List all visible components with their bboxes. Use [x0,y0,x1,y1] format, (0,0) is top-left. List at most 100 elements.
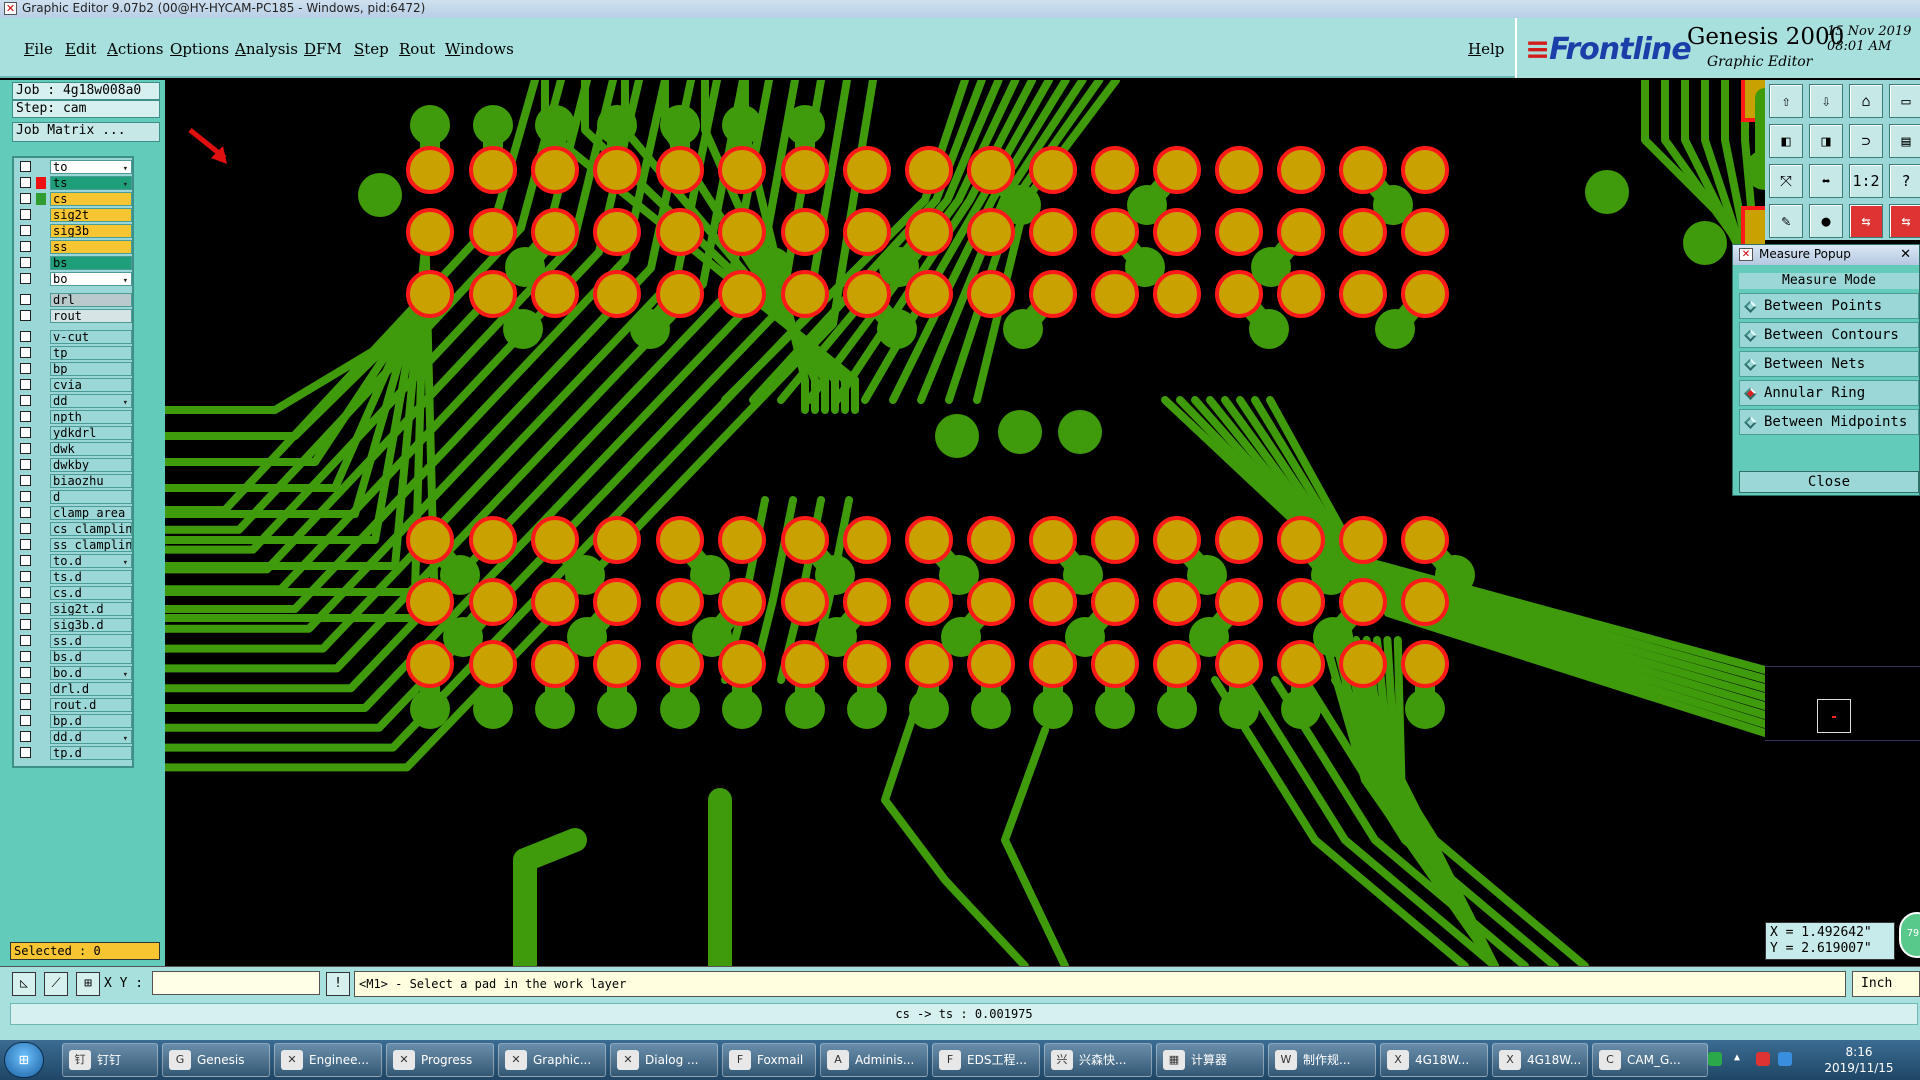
taskbar-item[interactable]: 兴兴森快... [1044,1043,1152,1077]
export-icon[interactable]: ⇧ [1769,84,1803,118]
layer-row-bs[interactable]: bs [16,256,134,270]
layers-icon[interactable]: ▤ [1889,124,1920,158]
layer-name[interactable]: tp [50,346,132,360]
layer-name[interactable]: ydkdrl [50,426,132,440]
layer-row-ss_clampline[interactable]: ss_clampline [16,538,134,552]
measure-option-between-nets[interactable]: Between Nets [1739,351,1919,377]
zoom-right-icon[interactable]: ◨ [1809,124,1843,158]
layer-name[interactable]: ts ▾ [50,176,132,190]
floating-badge[interactable]: 79 [1899,912,1920,958]
taskbar-item[interactable]: X 4G18W... [1492,1043,1588,1077]
layer-row-dwkby[interactable]: dwkby [16,458,134,472]
layer-name[interactable]: sig3b [50,224,132,238]
help-icon[interactable]: ? [1889,164,1920,198]
layer-checkbox[interactable] [20,747,31,758]
taskbar-item[interactable]: C CAM_G... [1592,1043,1708,1077]
draw-icon[interactable]: ✎ [1769,204,1803,238]
taskbar-item[interactable]: F EDS工程... [932,1043,1040,1077]
layer-menu-icon[interactable]: ▾ [123,179,128,189]
measure-option-annular-ring[interactable]: Annular Ring [1739,380,1919,406]
layer-checkbox[interactable] [20,507,31,518]
layer-checkbox[interactable] [20,651,31,662]
layer-name[interactable]: bo ▾ [50,272,132,286]
tray-expand-icon[interactable]: ▲ [1734,1052,1748,1066]
layer-name[interactable]: sig3b.d [50,618,132,632]
layer-checkbox[interactable] [20,273,31,284]
layer-row-ydkdrl[interactable]: ydkdrl [16,426,134,440]
layer-name[interactable]: npth [50,410,132,424]
tray-app-icon[interactable] [1708,1052,1722,1066]
layer-row-bs.d[interactable]: bs.d [16,650,134,664]
menu-file[interactable]: File [24,40,53,58]
layer-checkbox[interactable] [20,539,31,550]
import-icon[interactable]: ⇩ [1809,84,1843,118]
menu-analysis[interactable]: Analysis [235,40,298,58]
layer-name[interactable]: clamp_area [50,506,132,520]
layer-checkbox[interactable] [20,491,31,502]
layer-row-tp[interactable]: tp [16,346,134,360]
layer-row-to[interactable]: to ▾ [16,160,134,174]
layer-name[interactable]: to ▾ [50,160,132,174]
layer-checkbox[interactable] [20,603,31,614]
layer-checkbox[interactable] [20,225,31,236]
menu-edit[interactable]: Edit [65,40,96,58]
pad-icon[interactable]: ● [1809,204,1843,238]
layer-checkbox[interactable] [20,241,31,252]
fit-icon[interactable]: ⤧ [1769,164,1803,198]
layer-checkbox[interactable] [20,571,31,582]
layer-checkbox[interactable] [20,193,31,204]
taskbar-item[interactable]: ✕ Enginee... [274,1043,382,1077]
layer-checkbox[interactable] [20,310,31,321]
layer-checkbox[interactable] [20,587,31,598]
layer-row-biaozhu[interactable]: biaozhu [16,474,134,488]
taskbar-item[interactable]: ✕ Graphic... [498,1043,606,1077]
taskbar-item[interactable]: X 4G18W... [1380,1043,1488,1077]
layer-checkbox[interactable] [20,347,31,358]
layer-menu-icon[interactable]: ▾ [123,397,128,407]
layer-checkbox[interactable] [20,715,31,726]
taskbar-item[interactable]: ▦ 计算器 [1156,1043,1264,1077]
layer-checkbox[interactable] [20,177,31,188]
layer-checkbox[interactable] [20,331,31,342]
layer-name[interactable]: dd.d ▾ [50,730,132,744]
layer-name[interactable]: bp [50,362,132,376]
layer-checkbox[interactable] [20,363,31,374]
units-select[interactable]: Inch [1852,971,1920,997]
layer-checkbox[interactable] [20,443,31,454]
layer-name[interactable]: dd ▾ [50,394,132,408]
layer-name[interactable]: drl.d [50,682,132,696]
layer-row-drl.d[interactable]: drl.d [16,682,134,696]
layer-checkbox[interactable] [20,459,31,470]
alert-icon[interactable]: ! [326,972,350,996]
menu-rout[interactable]: Rout [399,40,435,58]
start-button[interactable]: ⊞ [4,1042,44,1078]
layer-checkbox[interactable] [20,395,31,406]
layer-checkbox[interactable] [20,555,31,566]
layer-name[interactable]: cs.d [50,586,132,600]
layer-menu-icon[interactable]: ▾ [123,669,128,679]
layer-row-sig3b[interactable]: sig3b [16,224,134,238]
measure-option-between-midpoints[interactable]: Between Midpoints [1739,409,1919,435]
measure-option-between-contours[interactable]: Between Contours [1739,322,1919,348]
layer-checkbox[interactable] [20,411,31,422]
layer-name[interactable]: sig2t [50,208,132,222]
layer-menu-icon[interactable]: ▾ [123,557,128,567]
layer-row-bp.d[interactable]: bp.d [16,714,134,728]
menu-options[interactable]: Options [170,40,229,58]
layer-row-cvia[interactable]: cvia [16,378,134,392]
layer-row-d[interactable]: d [16,490,134,504]
layer-checkbox[interactable] [20,731,31,742]
taskbar-item[interactable]: ✕ Progress [386,1043,494,1077]
tray-app-icon[interactable] [1756,1052,1770,1066]
layer-row-bo[interactable]: bo ▾ [16,272,134,286]
layer-menu-icon[interactable]: ▾ [123,733,128,743]
menu-actions[interactable]: Actions [107,40,163,58]
layer-name[interactable]: cs [50,192,132,206]
layer-row-drl[interactable]: drl [16,293,134,307]
measure-option-between-points[interactable]: Between Points [1739,293,1919,319]
layer-row-ts.d[interactable]: ts.d [16,570,134,584]
layer-name[interactable]: v-cut [50,330,132,344]
pcb-drawing[interactable] [165,80,1765,966]
menu-step[interactable]: Step [354,40,389,58]
close-icon[interactable]: ✕ [1900,246,1911,264]
